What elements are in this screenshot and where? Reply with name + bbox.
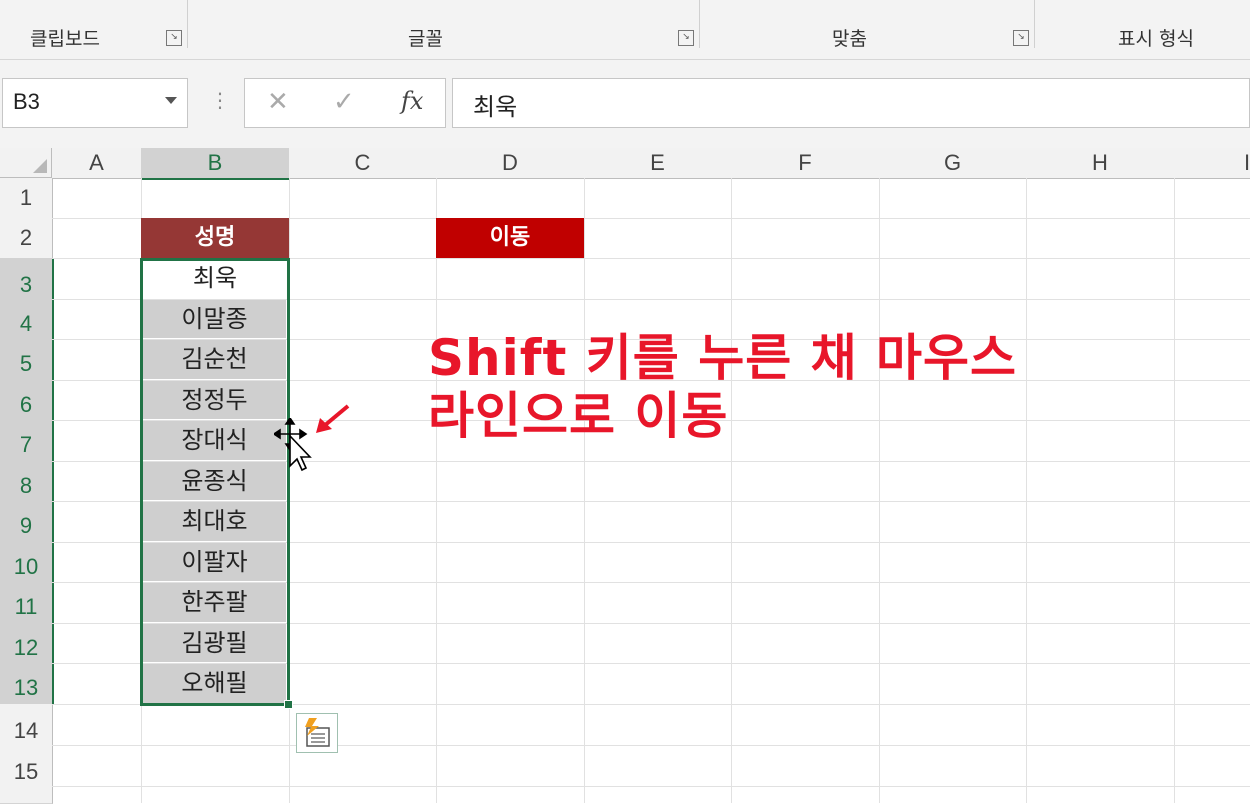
gridline (1026, 178, 1027, 803)
row-header-4[interactable]: 4 (0, 299, 54, 340)
cancel-icon[interactable]: ✕ (267, 87, 289, 117)
enter-icon[interactable]: ✓ (333, 87, 355, 117)
gridline (879, 178, 880, 803)
row-header-8[interactable]: 8 (0, 461, 54, 502)
move-cursor-icon (274, 418, 312, 472)
ribbon-separator (1034, 0, 1035, 48)
red-arrow-icon (316, 404, 350, 433)
row-header-6[interactable]: 6 (0, 380, 54, 421)
column-header-f[interactable]: F (731, 148, 880, 179)
column-header-h[interactable]: H (1026, 148, 1175, 179)
clipboard-launcher-icon[interactable]: ↘ (166, 30, 182, 46)
ribbon-group-number[interactable]: 표시 형식 (1118, 24, 1194, 51)
grid-top-spacer (0, 140, 1250, 148)
ribbon-group-alignment[interactable]: 맞춤 (832, 24, 867, 51)
name-box-value: B3 (13, 89, 40, 114)
row-header-3[interactable]: 3 (0, 258, 54, 300)
paste-options-button[interactable] (296, 713, 338, 753)
select-all-icon (33, 159, 47, 173)
formula-value: 최욱 (473, 93, 518, 121)
cell-d2-header[interactable]: 이동 (436, 218, 584, 258)
annotation-line-2: 라인으로 이동 (428, 387, 729, 445)
row-header-5[interactable]: 5 (0, 339, 54, 381)
name-box[interactable]: B3 (2, 78, 188, 128)
ribbon-group-clipboard[interactable]: 클립보드 (30, 24, 100, 51)
row-header-13[interactable]: 13 (0, 663, 54, 705)
gridline (1174, 178, 1175, 803)
select-all-corner[interactable] (0, 148, 52, 178)
gridline (52, 745, 1250, 746)
column-header-e[interactable]: E (584, 148, 732, 179)
row-header-15[interactable]: 15 (0, 745, 53, 804)
cell-b2-header[interactable]: 성명 (141, 218, 289, 258)
column-header-i[interactable]: I (1174, 148, 1250, 179)
ribbon-separator (187, 0, 188, 48)
fill-handle[interactable] (284, 700, 293, 709)
font-launcher-icon[interactable]: ↘ (678, 30, 694, 46)
ribbon-separator (699, 0, 700, 48)
column-header-c[interactable]: C (289, 148, 437, 179)
row-header-2[interactable]: 2 (0, 218, 53, 259)
alignment-launcher-icon[interactable]: ↘ (1013, 30, 1029, 46)
gridline (731, 178, 732, 803)
row-header-10[interactable]: 10 (0, 542, 54, 583)
column-header-d[interactable]: D (436, 148, 585, 179)
paste-options-icon (305, 718, 330, 747)
row-header-7[interactable]: 7 (0, 420, 54, 462)
selection-border[interactable] (140, 258, 290, 706)
chevron-down-icon[interactable] (165, 97, 177, 104)
column-header-b[interactable]: B (141, 148, 290, 180)
more-dots-icon[interactable]: ⋮ (210, 88, 230, 112)
column-header-i-label: I (1244, 150, 1250, 175)
insert-function-icon[interactable]: fx (401, 87, 423, 115)
gridline (584, 178, 585, 803)
formula-input[interactable]: 최욱 (452, 78, 1250, 128)
gridline (436, 178, 437, 803)
ribbon-group-font[interactable]: 글꼴 (408, 24, 443, 51)
row-header-12[interactable]: 12 (0, 623, 54, 664)
gridline (52, 786, 1250, 787)
formula-buttons: ✕ ✓ fx (244, 78, 446, 128)
column-header-a[interactable]: A (52, 148, 142, 179)
column-header-g[interactable]: G (879, 148, 1027, 179)
row-header-11[interactable]: 11 (0, 582, 54, 624)
row-header-1[interactable]: 1 (0, 178, 53, 219)
row-header-14[interactable]: 14 (0, 704, 53, 746)
ribbon: 클립보드 ↘ 글꼴 ↘ 맞춤 ↘ 표시 형식 (0, 0, 1250, 60)
row-header-9[interactable]: 9 (0, 501, 54, 543)
formula-bar-row: B3 ⋮ ✕ ✓ fx 최욱 (0, 60, 1250, 140)
